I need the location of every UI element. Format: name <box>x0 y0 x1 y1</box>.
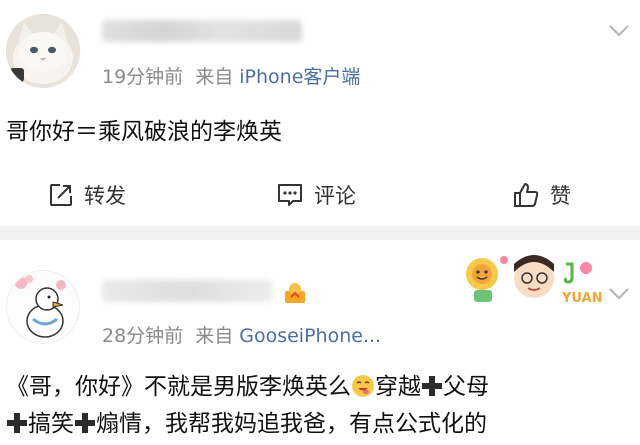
plus-icon <box>422 376 442 396</box>
badge-icon <box>285 283 305 303</box>
comment-icon <box>278 184 302 206</box>
comment-label: 评论 <box>314 184 356 208</box>
like-button[interactable]: 赞 <box>512 180 571 210</box>
text-segment: 煽情，我帮我妈追我爸，有点公式化的 <box>96 411 487 437</box>
post-time: 19分钟前 <box>102 66 184 88</box>
comment-button[interactable]: 评论 <box>276 180 356 210</box>
repost-icon <box>50 184 72 206</box>
username-blurred[interactable] <box>102 20 302 42</box>
repost-label: 转发 <box>84 184 126 208</box>
post-text-line-2: 搞笑 煽情，我帮我妈追我爸，有点公式化的 <box>6 404 487 438</box>
post-1: 19分钟前 来自 iPhone客户端 哥你好＝乘风破浪的李焕英 转发 评论 赞 <box>0 0 640 226</box>
sticker-decoration: YUAN <box>462 250 614 310</box>
chevron-down-icon[interactable] <box>608 287 630 301</box>
post-text: 哥你好＝乘风破浪的李焕英 <box>6 119 282 145</box>
like-icon <box>514 183 539 207</box>
action-bar: 转发 评论 赞 <box>0 168 640 224</box>
plus-icon <box>7 413 27 433</box>
post-time: 28分钟前 <box>102 325 184 347</box>
post-meta: 28分钟前 来自 GooseiPhone... <box>102 321 381 348</box>
avatar[interactable] <box>6 270 80 344</box>
text-segment: 穿越 <box>375 374 421 400</box>
post-divider <box>0 226 640 240</box>
avatar[interactable] <box>6 14 80 88</box>
source-prefix: 来自 <box>195 66 234 88</box>
post-meta: 19分钟前 来自 iPhone客户端 <box>102 62 360 89</box>
post-text-line-1: 《哥，你好》不就是男版李焕英么 穿越 父母 <box>6 367 489 401</box>
username-blurred[interactable] <box>102 280 272 302</box>
source-link[interactable]: GooseiPhone... <box>239 325 381 347</box>
text-segment: 《哥，你好》不就是男版李焕英么 <box>6 374 351 400</box>
chevron-down-icon[interactable] <box>608 24 630 38</box>
source-link[interactable]: iPhone客户端 <box>239 66 360 88</box>
svg-text:YUAN: YUAN <box>561 291 603 306</box>
emoji-icon <box>352 375 374 397</box>
text-segment: 搞笑 <box>28 411 74 437</box>
repost-button[interactable]: 转发 <box>48 180 126 210</box>
source-prefix: 来自 <box>195 325 234 347</box>
like-label: 赞 <box>550 184 571 208</box>
text-segment: 父母 <box>443 374 489 400</box>
plus-icon <box>75 413 95 433</box>
